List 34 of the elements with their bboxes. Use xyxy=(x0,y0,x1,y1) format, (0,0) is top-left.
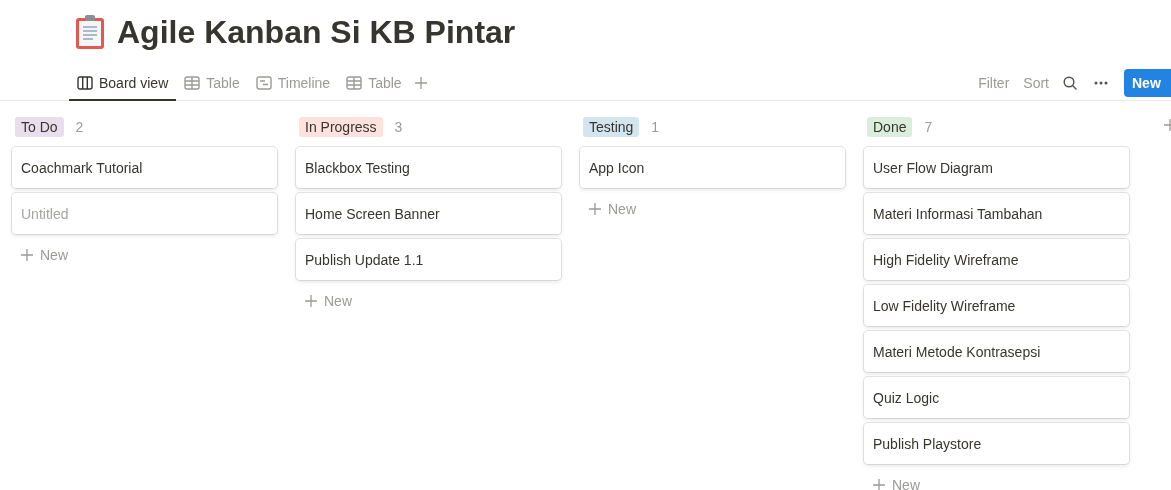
task-card[interactable]: Publish Playstore xyxy=(864,423,1129,464)
group-tag: In Progress xyxy=(299,117,383,137)
view-tab[interactable]: Board view xyxy=(69,66,177,101)
plus-icon xyxy=(20,248,34,262)
group-count: 2 xyxy=(75,119,84,135)
task-card[interactable]: High Fidelity Wireframe xyxy=(864,239,1129,280)
task-card[interactable]: Publish Update 1.1 xyxy=(296,239,561,280)
task-card[interactable]: Materi Informasi Tambahan xyxy=(864,193,1129,234)
task-card[interactable]: Blackbox Testing xyxy=(296,147,561,188)
search-icon[interactable] xyxy=(1063,75,1078,91)
plus-icon xyxy=(872,478,886,490)
new-button[interactable]: New xyxy=(1124,69,1171,97)
group-tag: Done xyxy=(867,117,913,137)
group-count: 7 xyxy=(924,119,933,135)
task-card[interactable]: Coachmark Tutorial xyxy=(12,147,277,188)
task-card[interactable]: Materi Metode Kontrasepsi xyxy=(864,331,1129,372)
task-card[interactable]: Low Fidelity Wireframe xyxy=(864,285,1129,326)
group-count: 1 xyxy=(651,119,660,135)
board-icon xyxy=(77,75,93,90)
task-card[interactable]: Home Screen Banner xyxy=(296,193,561,234)
table-icon xyxy=(346,75,363,90)
more-icon[interactable] xyxy=(1094,81,1108,85)
group-tag: To Do xyxy=(15,117,64,137)
plus-icon xyxy=(304,294,318,308)
task-card[interactable]: App Icon xyxy=(580,147,845,188)
group-count: 3 xyxy=(394,119,403,135)
clipboard-icon xyxy=(75,14,105,50)
page-title: Agile Kanban Si KB Pintar xyxy=(117,13,516,51)
plus-icon xyxy=(588,202,602,216)
group-tag: Testing xyxy=(583,117,640,137)
task-card[interactable]: Quiz Logic xyxy=(864,377,1129,418)
timeline-icon xyxy=(255,75,272,90)
task-card[interactable]: User Flow Diagram xyxy=(864,147,1129,188)
table-icon xyxy=(184,75,201,90)
